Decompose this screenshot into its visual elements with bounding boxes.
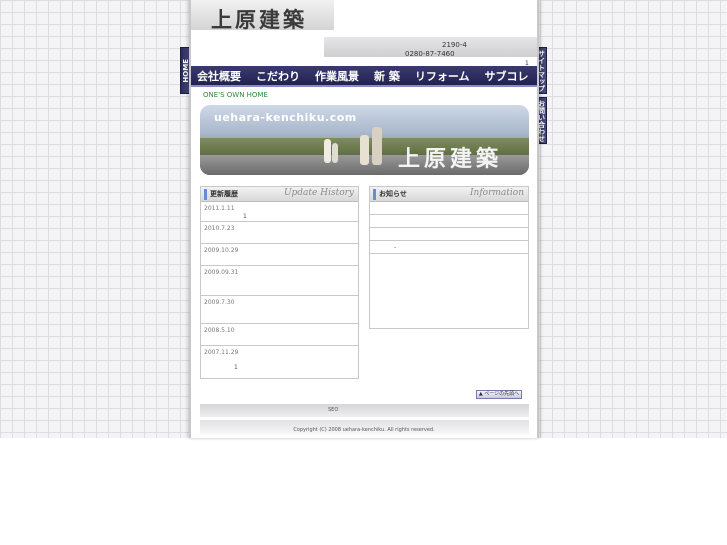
list-item[interactable]: 2009.09.31	[201, 266, 358, 296]
information-subtitle: Information	[469, 188, 524, 198]
page-top-button[interactable]: ▲ ページの先頭へ	[476, 390, 522, 399]
update-date: 2009.7.30	[204, 299, 235, 306]
nav-item-new-build[interactable]: 新 築	[374, 68, 400, 84]
list-item[interactable]	[370, 202, 528, 215]
nav-item-work-scenes[interactable]: 作業風景	[315, 68, 359, 84]
logo-box[interactable]: 上原建築	[191, 0, 334, 32]
list-item[interactable]	[370, 215, 528, 228]
list-item[interactable]: 2011.1.11 1	[201, 202, 358, 222]
update-history-panel: 更新履歴 Update History 2011.1.11 1 2010.7.2…	[200, 186, 359, 379]
page-container: 上原建築 2190-4 0280-87-7460 1 会社概要 こだわり 作業風…	[189, 0, 539, 438]
list-item[interactable]: 2008.5.10	[201, 324, 358, 346]
update-date: 2011.1.11	[204, 205, 235, 212]
address-text: 2190-4	[442, 41, 467, 49]
telephone-text: 0280-87-7460	[405, 50, 455, 58]
header-accent-bar	[373, 189, 376, 200]
footer-seo-text: SEO	[328, 407, 339, 413]
update-history-subtitle: Update History	[283, 188, 354, 198]
update-date: 2008.5.10	[204, 327, 235, 334]
update-history-title: 更新履歴	[210, 190, 238, 198]
banner-child-figure	[332, 143, 338, 163]
update-date: 2007.11.29	[204, 349, 239, 356]
information-panel: お知らせ Information -	[369, 186, 529, 329]
banner-url: uehara-kenchiku.com	[214, 111, 357, 124]
information-note: -	[394, 244, 397, 251]
update-note: 1	[243, 213, 247, 220]
list-item[interactable]: 2009.10.29	[201, 244, 358, 266]
update-date: 2009.09.31	[204, 269, 239, 276]
footer-bar	[200, 404, 529, 417]
banner-child-figure	[324, 139, 331, 163]
nav-item-company[interactable]: 会社概要	[197, 68, 241, 84]
main-nav: 会社概要 こだわり 作業風景 新 築 リフォーム サブコレ	[191, 66, 537, 87]
list-item[interactable]: 2009.7.30	[201, 296, 358, 324]
banner-child-figure	[372, 127, 382, 165]
nav-item-commitment[interactable]: こだわり	[256, 68, 300, 84]
hero-banner: uehara-kenchiku.com 上原建築	[200, 105, 529, 175]
list-item[interactable]: 2007.11.29 1	[201, 346, 358, 377]
nav-item-reform[interactable]: リフォーム	[415, 68, 470, 84]
information-header: お知らせ Information	[370, 187, 528, 202]
update-date: 2009.10.29	[204, 247, 239, 254]
copyright-text: Copyright (C) 2008 uehara-kenchiku. All …	[293, 427, 435, 433]
list-item[interactable]	[370, 228, 528, 241]
list-item[interactable]: 2010.7.23	[201, 222, 358, 244]
update-note: 1	[234, 364, 238, 371]
list-item[interactable]: -	[370, 241, 528, 254]
site-logo: 上原建築	[211, 7, 307, 32]
information-title: お知らせ	[379, 190, 407, 198]
banner-child-figure	[360, 135, 369, 165]
header-accent-bar	[204, 189, 207, 200]
nav-item-subcollection[interactable]: サブコレ	[485, 68, 529, 84]
update-date: 2010.7.23	[204, 225, 235, 232]
banner-title: 上原建築	[398, 146, 503, 172]
update-history-header: 更新履歴 Update History	[201, 187, 358, 202]
tagline: ONE'S OWN HOME	[203, 91, 268, 99]
